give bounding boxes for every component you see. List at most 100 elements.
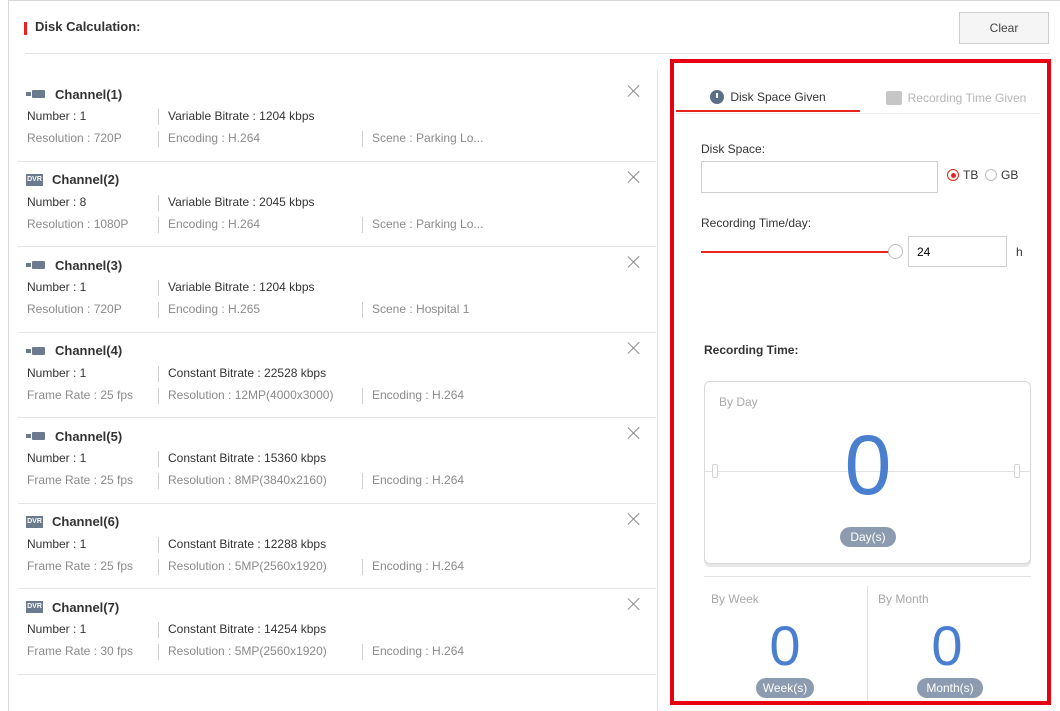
radio-gb[interactable]: GB <box>985 168 1018 182</box>
close-icon[interactable] <box>626 425 642 441</box>
divider <box>158 194 159 211</box>
divider <box>158 622 159 638</box>
divider <box>158 473 159 489</box>
hard-disk-icon <box>885 91 902 105</box>
radio-label: TB <box>963 168 979 182</box>
close-icon[interactable] <box>626 83 642 99</box>
divider <box>362 302 363 318</box>
channel-detail-1: Frame Rate : 25 fps <box>27 473 134 487</box>
channel-detail-1: Frame Rate : 30 fps <box>27 644 134 658</box>
channel-detail-2: Encoding : H.265 <box>168 302 261 316</box>
channel-detail-3: Encoding : H.264 <box>372 558 465 573</box>
hours-unit: h <box>1016 245 1023 259</box>
channel-list: Channel(1) Number : 1 Variable Bitrate :… <box>18 76 656 675</box>
channel-header: DVR Channel(2) <box>26 171 119 189</box>
divider <box>158 131 159 147</box>
dvr-icon: DVR <box>26 515 43 528</box>
channel-detail-1: Resolution : 720P <box>27 302 122 316</box>
week-month-divider <box>867 586 868 704</box>
channel-header: Channel(1) <box>26 85 122 103</box>
channel-item[interactable]: Channel(4) Number : 1 Constant Bitrate :… <box>18 333 656 418</box>
channel-bitrate: Constant Bitrate : 15360 kbps <box>168 451 327 465</box>
channel-header: DVR Channel(6) <box>26 513 119 531</box>
channel-name: Channel(4) <box>55 343 123 358</box>
channel-detail-3: Scene : Parking Lo... <box>372 216 484 231</box>
channel-item[interactable]: Channel(5) Number : 1 Constant Bitrate :… <box>18 418 656 504</box>
channel-detail-2: Encoding : H.264 <box>168 216 261 231</box>
by-week-label: By Week <box>711 592 759 606</box>
months-unit-badge: Month(s) <box>917 678 983 698</box>
channel-detail-3: Scene : Hospital 1 <box>372 302 470 316</box>
close-icon[interactable] <box>626 596 642 612</box>
channel-detail-1: Resolution : 1080P <box>27 216 129 231</box>
disk-space-label: Disk Space: <box>701 142 766 156</box>
divider <box>158 216 159 233</box>
by-day-label: By Day <box>719 395 758 409</box>
channel-name: Channel(1) <box>55 86 123 102</box>
header: Disk Calculation: Clear <box>8 0 1060 54</box>
dvr-icon: DVR <box>26 173 43 186</box>
channel-detail-2: Resolution : 5MP(2560x1920) <box>168 558 327 573</box>
weeks-unit-badge: Week(s) <box>756 678 814 698</box>
slider-handle[interactable] <box>888 244 903 259</box>
camera-icon <box>26 88 47 100</box>
tab-label: Recording Time Given <box>907 91 1027 105</box>
divider <box>362 644 363 660</box>
recording-time-day-label: Recording Time/day: <box>701 216 812 230</box>
months-value: 0 <box>931 614 963 677</box>
channel-name: Channel(5) <box>55 428 123 444</box>
channel-detail-2: Resolution : 12MP(4000x3000) <box>168 387 334 402</box>
divider <box>158 302 159 318</box>
divider <box>158 280 159 296</box>
close-icon[interactable] <box>626 169 642 185</box>
channel-number: Number : 1 <box>27 622 87 636</box>
hours-input[interactable] <box>908 236 1007 267</box>
channel-name: Channel(3) <box>55 257 123 273</box>
title-accent-bar <box>24 22 27 35</box>
channel-detail-1: Frame Rate : 25 fps <box>27 387 134 402</box>
recording-time-slider[interactable] <box>701 251 893 253</box>
by-month-label: By Month <box>878 592 929 606</box>
divider <box>158 451 159 467</box>
channel-item[interactable]: Channel(1) Number : 1 Variable Bitrate :… <box>18 76 656 162</box>
header-divider <box>25 53 1050 54</box>
channel-header: Channel(3) <box>26 256 122 274</box>
channel-item[interactable]: DVR Channel(2) Number : 8 Variable Bitra… <box>18 162 656 247</box>
recording-time-title: Recording Time: <box>704 343 799 357</box>
clear-button[interactable]: Clear <box>959 12 1049 44</box>
close-icon[interactable] <box>626 254 642 270</box>
close-icon[interactable] <box>626 340 642 356</box>
disk-space-input[interactable] <box>701 161 938 193</box>
radio-tb[interactable]: TB <box>947 168 978 182</box>
divider <box>362 131 363 147</box>
channel-bitrate: Constant Bitrate : 22528 kbps <box>168 365 327 380</box>
tab-recording-time-given[interactable]: Recording Time Given <box>872 84 1040 112</box>
tab-divider <box>676 113 1040 114</box>
camera-icon <box>26 430 47 442</box>
channel-detail-2: Resolution : 8MP(3840x2160) <box>168 473 327 487</box>
channel-name: Channel(2) <box>52 172 120 187</box>
channel-detail-3: Encoding : H.264 <box>372 644 465 658</box>
divider <box>362 387 363 404</box>
close-icon[interactable] <box>626 511 642 527</box>
channel-header: Channel(4) <box>26 342 122 360</box>
channel-detail-1: Resolution : 720P <box>27 131 122 145</box>
channel-number: Number : 1 <box>27 365 87 380</box>
channel-bitrate: Constant Bitrate : 14254 kbps <box>168 622 327 636</box>
channel-number: Number : 1 <box>27 280 87 294</box>
divider <box>158 387 159 404</box>
channel-item[interactable]: Channel(3) Number : 1 Variable Bitrate :… <box>18 247 656 333</box>
radio-label: GB <box>1001 168 1019 182</box>
channel-name: Channel(6) <box>52 514 120 529</box>
channel-item[interactable]: DVR Channel(7) Number : 1 Constant Bitra… <box>18 589 656 675</box>
channel-number: Number : 1 <box>27 536 87 551</box>
divider <box>158 644 159 660</box>
divider <box>158 558 159 575</box>
channel-detail-1: Frame Rate : 25 fps <box>27 558 134 573</box>
divider <box>158 536 159 553</box>
day-marker-left <box>712 464 718 478</box>
tab-disk-space-given[interactable]: Disk Space Given <box>676 84 860 112</box>
channel-bitrate: Constant Bitrate : 12288 kbps <box>168 536 327 551</box>
channel-item[interactable]: DVR Channel(6) Number : 1 Constant Bitra… <box>18 504 656 589</box>
channel-name: Channel(7) <box>52 599 120 615</box>
